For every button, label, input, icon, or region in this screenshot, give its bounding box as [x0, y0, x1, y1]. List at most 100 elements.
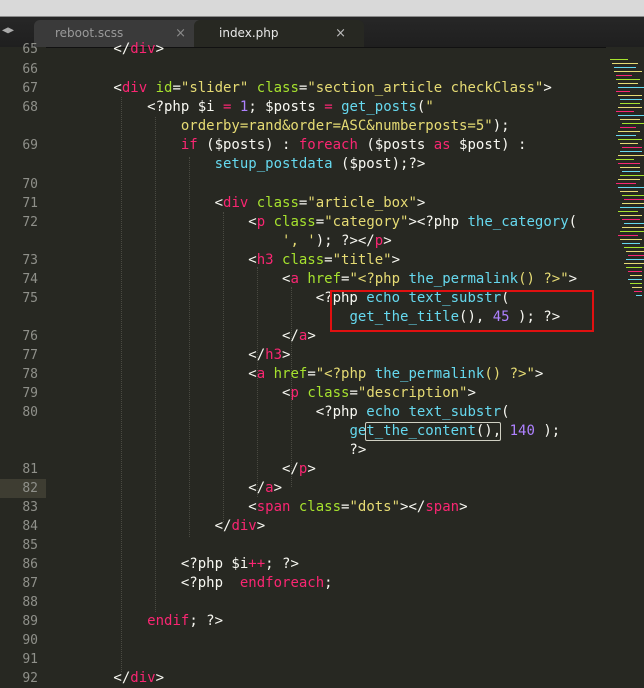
code-line: </div>: [46, 518, 266, 534]
close-icon[interactable]: ×: [175, 20, 186, 47]
code-line: <a href="<?php the_permalink() ?>">: [46, 271, 578, 287]
minimap-line: [618, 211, 638, 212]
line-number: 84: [22, 519, 38, 534]
code-line: </div>: [46, 670, 165, 686]
line-number: 76: [22, 329, 38, 344]
code-line: <a href="<?php the_permalink() ?>">: [46, 366, 544, 382]
minimap-line: [620, 99, 642, 100]
minimap-line: [620, 151, 642, 152]
line-number: 79: [22, 386, 38, 401]
minimap-line: [622, 195, 644, 196]
line-number: 87: [22, 576, 38, 591]
code-line: </h3>: [46, 347, 291, 363]
code-line: <?php echo text_substr(: [46, 404, 510, 420]
minimap-line: [620, 215, 642, 216]
line-number-gutter: 65 66 67 68 69 70 71 72 73 74 75 76 77 7…: [0, 42, 46, 686]
line-number: 71: [22, 196, 38, 211]
code-line: setup_postdata ($post);?>: [214, 156, 426, 172]
code-line: <p class="description">: [46, 385, 476, 401]
line-number: 67: [22, 81, 38, 96]
minimap-line: [624, 247, 644, 248]
red-annotation-box: [330, 290, 594, 332]
minimap-line: [626, 259, 644, 260]
minimap-line: [616, 111, 634, 112]
minimap-line: [620, 127, 636, 128]
minimap-line: [618, 235, 638, 236]
minimap-line: [620, 119, 640, 120]
minimap-line: [624, 223, 644, 224]
window-top-strip: [0, 0, 644, 17]
code-line: </div>: [46, 41, 165, 57]
minimap[interactable]: [606, 47, 644, 680]
minimap-line: [618, 87, 644, 88]
minimap-line: [618, 187, 644, 188]
line-number: 83: [22, 500, 38, 515]
line-number: 77: [22, 348, 38, 363]
line-number: 82: [22, 481, 38, 496]
minimap-line: [620, 103, 640, 104]
minimap-line: [634, 291, 642, 292]
line-number: 92: [22, 671, 38, 686]
minimap-line: [636, 295, 642, 296]
tab-index-php[interactable]: index.php ×: [194, 20, 364, 47]
code-line: </p>: [46, 461, 316, 477]
code-line: ?>: [46, 442, 367, 458]
line-number: 89: [22, 614, 38, 629]
minimap-line: [622, 123, 644, 124]
line-number: 85: [22, 538, 38, 553]
code-line: </a>: [46, 480, 283, 496]
tab-label: index.php: [219, 26, 279, 40]
line-number: 68: [22, 100, 38, 115]
minimap-line: [620, 239, 642, 240]
line-number: 90: [22, 633, 38, 648]
close-icon[interactable]: ×: [335, 20, 346, 47]
minimap-line: [622, 171, 640, 172]
code-line: <?php $i = 1; $posts = get_posts(": [46, 99, 434, 115]
code-line: <h3 class="title">: [46, 252, 401, 268]
minimap-line: [624, 199, 644, 200]
minimap-line: [620, 175, 644, 176]
minimap-line: [620, 231, 644, 232]
minimap-line: [620, 191, 638, 192]
minimap-line: [628, 255, 644, 256]
minimap-line: [622, 203, 644, 204]
code-line: <span class="dots"></span>: [46, 499, 468, 515]
minimap-line: [628, 271, 642, 272]
line-number: 88: [22, 595, 38, 610]
line-number: 66: [22, 62, 38, 77]
back-arrow-icon[interactable]: ◀: [2, 25, 8, 36]
line-number: 75: [22, 291, 38, 306]
line-number: 65: [22, 42, 38, 57]
minimap-line: [618, 155, 644, 156]
word-occurrence-highlight: [365, 422, 501, 441]
code-line: <?php $i++; ?>: [46, 556, 299, 572]
code-editor[interactable]: </div> <div id="slider" class="section_a…: [46, 41, 606, 686]
minimap-line: [616, 159, 634, 160]
code-line: orderby=rand&order=ASC&numberposts=5");: [46, 118, 510, 134]
minimap-line: [632, 287, 642, 288]
code-line: <?php endforeach;: [46, 575, 333, 591]
line-number: 73: [22, 253, 38, 268]
line-number: 91: [22, 652, 38, 667]
minimap-line: [610, 59, 628, 60]
minimap-line: [618, 83, 638, 84]
minimap-line: [616, 91, 630, 92]
code-line: </a>: [46, 328, 316, 344]
code-line: <div id="slider" class="section_article …: [46, 80, 552, 96]
line-number: 80: [22, 405, 38, 420]
forward-arrow-icon[interactable]: ▶: [8, 25, 14, 36]
minimap-line: [622, 147, 642, 148]
line-number: 72: [22, 215, 38, 230]
minimap-line: [616, 79, 640, 80]
minimap-line: [616, 183, 636, 184]
minimap-line: [612, 63, 638, 64]
minimap-line: [630, 283, 642, 284]
minimap-line: [616, 135, 636, 136]
minimap-line: [622, 243, 640, 244]
minimap-line: [628, 279, 642, 280]
minimap-line: [618, 95, 642, 96]
minimap-line: [618, 163, 640, 164]
minimap-line: [618, 107, 642, 108]
minimap-line: [614, 67, 636, 68]
tab-label: reboot.scss: [55, 26, 124, 40]
